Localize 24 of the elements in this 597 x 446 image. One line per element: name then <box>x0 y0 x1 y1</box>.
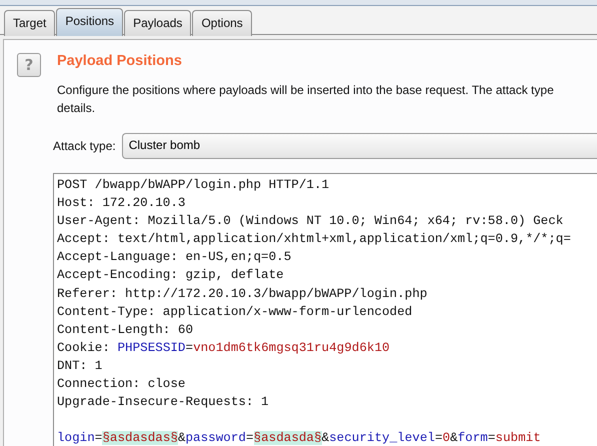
tab[interactable]: Payloads <box>124 10 192 36</box>
request-line: POST /bwapp/bWAPP/login.php HTTP/1.1 <box>57 177 330 194</box>
attack-type-dropdown[interactable]: Cluster bomb <box>122 133 597 159</box>
request-line: Cookie: PHPSESSID=vno1dm6tk6mgsq31ru4g9d6k10 <box>57 340 390 357</box>
request-line: Accept: text/html,application/xhtml+xml,application/xml;q=0.9,*/*;q= <box>57 231 571 248</box>
request-line: Connection: close <box>57 376 186 394</box>
attack-type-label: Attack type: <box>53 139 116 153</box>
request-line: DNT: 1 <box>57 358 102 375</box>
request-line: Referer: http://172.20.10.3/bwapp/bWAPP/login.php <box>57 286 428 303</box>
request-editor[interactable] <box>53 173 597 446</box>
request-line: Host: 172.20.10.3 <box>57 195 186 212</box>
tab[interactable]: Options <box>192 10 252 36</box>
description-text: details. <box>57 100 96 117</box>
tab[interactable]: Target <box>4 10 56 36</box>
section-title: Payload Positions <box>57 53 183 69</box>
request-line: login=§asdasdas§&password=§asdasda§&security_level=0&form=submit <box>57 430 541 446</box>
request-line: Content-Length: 60 <box>57 322 194 339</box>
request-line: Accept-Language: en-US,en;q=0.5 <box>57 249 292 266</box>
tab[interactable]: Positions <box>56 8 124 36</box>
request-line: Accept-Encoding: gzip, deflate <box>57 267 284 284</box>
request-line: Content-Type: application/x-www-form-urlencoded <box>57 304 412 321</box>
description-text: Configure the positions where payloads will be inserted into the base request. The attack type <box>57 82 554 99</box>
request-line: User-Agent: Mozilla/5.0 (Windows NT 10.0; Win64; x64; rv:58.0) Geck <box>57 213 564 230</box>
request-line: Upgrade-Insecure-Requests: 1 <box>57 394 269 412</box>
